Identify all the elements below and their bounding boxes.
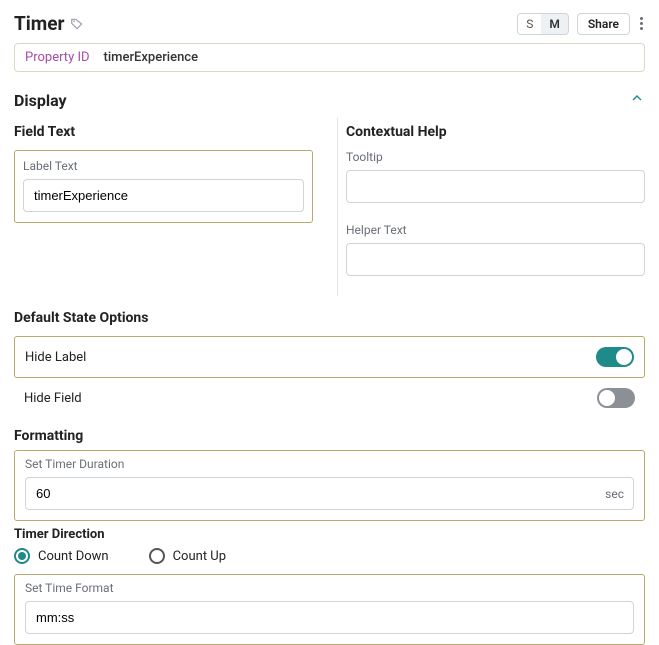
- helper-text-label: Helper Text: [346, 223, 645, 237]
- helper-text-group: Helper Text: [346, 223, 645, 286]
- hide-label-label: Hide Label: [25, 350, 86, 365]
- hide-field-row: Hide Field: [14, 378, 645, 418]
- radio-unselected-icon: [149, 548, 165, 564]
- helper-text-input[interactable]: [346, 243, 645, 276]
- count-down-radio[interactable]: Count Down: [14, 548, 109, 564]
- count-up-radio[interactable]: Count Up: [149, 548, 226, 564]
- timer-direction-group: Count Down Count Up: [14, 542, 645, 574]
- tooltip-group: Tooltip: [346, 150, 645, 213]
- label-text-label: Label Text: [23, 159, 304, 173]
- property-id-value: timerExperience: [104, 50, 199, 65]
- display-columns: Field Text Label Text Contextual Help To…: [0, 118, 659, 296]
- hide-field-toggle[interactable]: [597, 388, 635, 408]
- time-format-input[interactable]: [25, 601, 634, 634]
- timer-duration-label: Set Timer Duration: [25, 457, 634, 471]
- header-right: S M Share: [517, 13, 645, 35]
- tag-icon: [70, 17, 84, 31]
- size-s-button[interactable]: S: [518, 14, 541, 34]
- contextual-help-heading: Contextual Help: [346, 124, 645, 140]
- timer-direction-heading: Timer Direction: [0, 521, 659, 542]
- size-toggle: S M: [517, 13, 569, 35]
- more-menu-button[interactable]: [638, 13, 645, 34]
- time-format-label: Set Time Format: [25, 581, 634, 595]
- radio-selected-icon: [14, 548, 30, 564]
- hide-label-row: Hide Label: [14, 336, 645, 378]
- formatting-heading: Formatting: [0, 418, 659, 448]
- share-button[interactable]: Share: [577, 13, 630, 35]
- size-m-button[interactable]: M: [541, 14, 568, 34]
- panel-header: Timer S M Share: [0, 0, 659, 43]
- contextual-help-column: Contextual Help Tooltip Helper Text: [337, 118, 645, 296]
- label-text-group: Label Text: [14, 150, 313, 223]
- property-id-label: Property ID: [25, 50, 90, 65]
- tooltip-label: Tooltip: [346, 150, 645, 164]
- field-text-heading: Field Text: [14, 124, 313, 140]
- default-state-heading: Default State Options: [14, 310, 645, 326]
- property-id-row: Property ID timerExperience: [14, 43, 645, 72]
- header-left: Timer: [14, 12, 84, 35]
- display-section-title: Display: [14, 91, 67, 110]
- label-text-input[interactable]: [23, 179, 304, 212]
- time-format-group: Set Time Format: [14, 574, 645, 645]
- timer-duration-input[interactable]: [25, 477, 634, 510]
- timer-duration-group: Set Timer Duration sec: [14, 450, 645, 521]
- chevron-up-icon: [629, 90, 645, 110]
- panel-title: Timer: [14, 12, 64, 35]
- hide-label-toggle[interactable]: [596, 347, 634, 367]
- count-down-label: Count Down: [38, 549, 109, 564]
- count-up-label: Count Up: [173, 549, 226, 564]
- default-state-section: Default State Options Hide Label Hide Fi…: [0, 296, 659, 418]
- timer-duration-unit: sec: [605, 487, 624, 501]
- field-text-column: Field Text Label Text: [14, 118, 321, 296]
- tooltip-input[interactable]: [346, 170, 645, 203]
- display-section-toggle[interactable]: Display: [0, 82, 659, 118]
- hide-field-label: Hide Field: [24, 391, 82, 406]
